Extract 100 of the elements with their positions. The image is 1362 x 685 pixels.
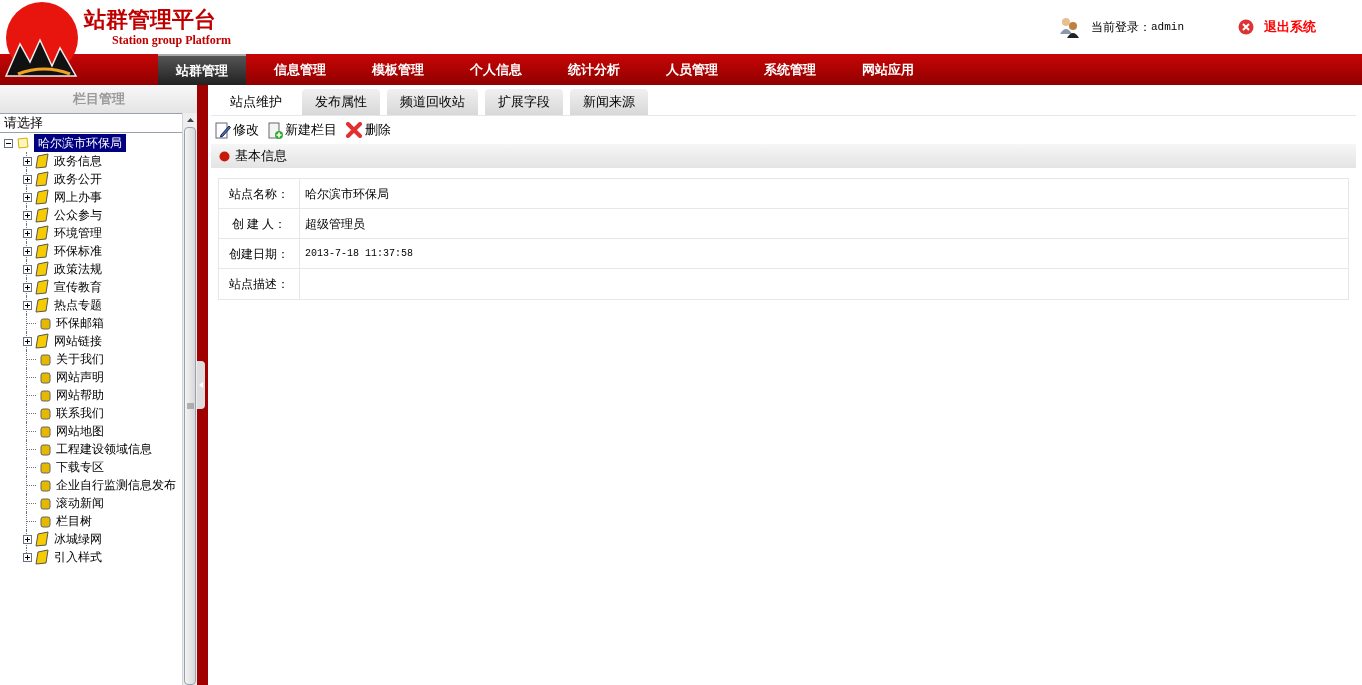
tree-item[interactable]: 政策法规: [54, 260, 102, 278]
tree-item[interactable]: 引入样式: [54, 548, 102, 566]
tree-item[interactable]: 网站链接: [54, 332, 102, 350]
app-subtitle: Station group Platform: [112, 33, 232, 47]
expand-toggle-icon[interactable]: [23, 156, 32, 166]
tree-item[interactable]: 环保标准: [54, 242, 102, 260]
select-field[interactable]: 请选择: [0, 113, 182, 133]
page-icon: [38, 424, 52, 438]
tree-item[interactable]: 关于我们: [56, 350, 104, 368]
nav-tab[interactable]: 系统管理: [746, 54, 834, 85]
login-user: admin: [1151, 19, 1184, 35]
page-icon: [38, 496, 52, 510]
close-icon: [1238, 19, 1254, 35]
tab[interactable]: 新闻来源: [570, 89, 648, 115]
expand-toggle-icon[interactable]: [23, 264, 32, 274]
tree-item[interactable]: 环境管理: [54, 224, 102, 242]
tree-item[interactable]: 网站地图: [56, 422, 104, 440]
app-title: 站群管理平台: [84, 7, 216, 33]
page-icon: [38, 442, 52, 456]
page-icon: [38, 514, 52, 528]
tree-item[interactable]: 宣传教育: [54, 278, 102, 296]
tree-item[interactable]: 栏目树: [56, 512, 92, 530]
tab[interactable]: 频道回收站: [387, 89, 478, 115]
tree-item[interactable]: 热点专题: [54, 296, 102, 314]
tree-item[interactable]: 下载专区: [56, 458, 104, 476]
expand-toggle-icon[interactable]: [23, 552, 32, 562]
field-label: 创 建 人：: [219, 209, 300, 238]
expand-toggle-icon[interactable]: [23, 534, 32, 544]
nav-tab[interactable]: 模板管理: [354, 54, 442, 85]
page-icon: [38, 316, 52, 330]
tree-item[interactable]: 公众参与: [54, 206, 102, 224]
expand-toggle-icon[interactable]: [23, 228, 32, 238]
tree-item[interactable]: 网上办事: [54, 188, 102, 206]
field-value: 超级管理员: [304, 215, 365, 233]
expand-toggle-icon[interactable]: [23, 282, 32, 292]
login-label: 当前登录：: [1091, 19, 1151, 36]
grip-icon: [186, 403, 194, 409]
folder-icon: [34, 261, 50, 277]
edit-document-icon: [215, 121, 231, 139]
tree-item[interactable]: 工程建设领域信息: [56, 440, 152, 458]
page-icon: [38, 370, 52, 384]
sidebar-header: 栏目管理: [0, 85, 197, 113]
folder-icon: [34, 333, 50, 349]
tab[interactable]: 发布属性: [302, 89, 380, 115]
tree-item[interactable]: 滚动新闻: [56, 494, 104, 512]
expand-toggle-icon[interactable]: [23, 246, 32, 256]
tree-item[interactable]: 政务信息: [54, 152, 102, 170]
page-icon: [38, 388, 52, 402]
folder-icon: [34, 171, 50, 187]
tab[interactable]: 扩展字段: [485, 89, 563, 115]
field-label: 站点描述：: [219, 269, 300, 299]
tree-item[interactable]: 联系我们: [56, 404, 104, 422]
expand-toggle-icon[interactable]: [23, 174, 32, 184]
collapse-toggle-icon[interactable]: [4, 138, 13, 148]
nav-tab[interactable]: 统计分析: [550, 54, 638, 85]
tree-item[interactable]: 冰城绿网: [54, 530, 102, 548]
field-value: 2013-7-18 11:37:58: [304, 247, 414, 261]
tree-item[interactable]: 政务公开: [54, 170, 102, 188]
tree-item[interactable]: 网站帮助: [56, 386, 104, 404]
toolbar-button[interactable]: 新建栏目: [267, 120, 337, 140]
collapse-arrow-icon: [199, 382, 203, 388]
delete-icon: [345, 122, 363, 138]
collapse-handle[interactable]: [197, 361, 205, 409]
folder-icon: [34, 207, 50, 223]
expand-toggle-icon[interactable]: [23, 210, 32, 220]
nav-tab[interactable]: 站群管理: [158, 54, 246, 85]
scrollbar[interactable]: [182, 113, 197, 685]
open-folder-icon: [16, 136, 30, 150]
page-icon: [38, 406, 52, 420]
folder-icon: [34, 279, 50, 295]
tree-item[interactable]: 环保邮箱: [56, 314, 104, 332]
page-icon: [38, 460, 52, 474]
logout-link[interactable]: 退出系统: [1264, 17, 1316, 37]
nav-tab[interactable]: 个人信息: [452, 54, 540, 85]
bullet-icon: [219, 150, 230, 162]
toolbar-button[interactable]: 删除: [345, 120, 391, 140]
folder-icon: [34, 189, 50, 205]
field-label: 创建日期：: [219, 239, 300, 268]
nav-tab[interactable]: 人员管理: [648, 54, 736, 85]
tree-root-item[interactable]: 哈尔滨市环保局: [34, 134, 126, 152]
page-icon: [38, 478, 52, 492]
folder-icon: [34, 549, 50, 565]
expand-toggle-icon[interactable]: [23, 192, 32, 202]
tree-item[interactable]: 企业自行监测信息发布: [56, 476, 176, 494]
toolbar-button[interactable]: 修改: [215, 120, 259, 140]
expand-toggle-icon[interactable]: [23, 336, 32, 346]
new-document-icon: [267, 121, 283, 139]
section-title: 基本信息: [235, 147, 287, 166]
nav-tab[interactable]: 网站应用: [844, 54, 932, 85]
scroll-up-arrow-icon[interactable]: [186, 118, 194, 122]
folder-icon: [34, 225, 50, 241]
nav-tab[interactable]: 信息管理: [256, 54, 344, 85]
expand-toggle-icon[interactable]: [23, 300, 32, 310]
page-icon: [38, 352, 52, 366]
users-icon: [1059, 16, 1081, 38]
tree-item[interactable]: 网站声明: [56, 368, 104, 386]
folder-icon: [34, 297, 50, 313]
folder-icon: [34, 531, 50, 547]
folder-icon: [34, 243, 50, 259]
field-value: 哈尔滨市环保局: [304, 185, 389, 203]
